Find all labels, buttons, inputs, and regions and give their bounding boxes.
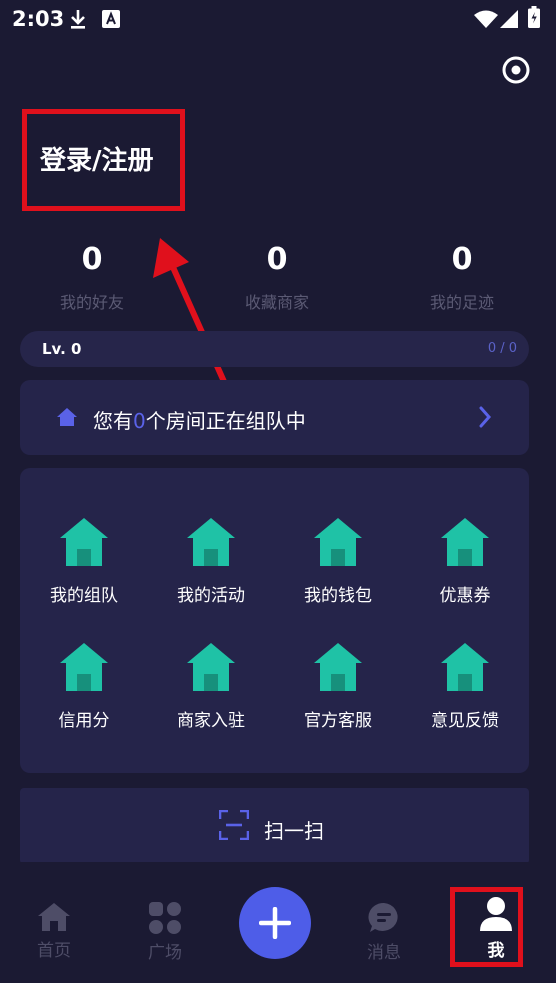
house-icon xyxy=(187,643,235,691)
add-button[interactable] xyxy=(239,887,311,959)
grid-label: 我的组队 xyxy=(50,586,118,606)
grid-item-my-team[interactable]: 我的组队 xyxy=(29,517,139,606)
stat-friends-label: 我的好友 xyxy=(59,293,124,312)
team-count: 0 xyxy=(133,409,146,433)
stat-favorites[interactable]: 0 收藏商家 xyxy=(207,245,347,313)
nav-label-messages: 消息 xyxy=(367,943,401,963)
house-icon xyxy=(441,518,489,566)
house-icon xyxy=(314,518,362,566)
stat-favorites-value: 0 xyxy=(266,242,288,277)
grid-label: 商家入驻 xyxy=(177,711,245,731)
grid-label: 官方客服 xyxy=(304,711,372,731)
nav-label-home: 首页 xyxy=(37,941,71,961)
grid-label: 意见反馈 xyxy=(431,711,499,731)
team-prefix: 您有 xyxy=(93,409,133,433)
grid-item-merchant-join[interactable]: 商家入驻 xyxy=(156,642,266,731)
team-status-card[interactable]: 您有0个房间正在组队中 xyxy=(20,380,529,455)
grid-icon xyxy=(149,902,181,934)
scan-button[interactable]: 扫一扫 xyxy=(20,788,529,864)
grid-label: 我的活动 xyxy=(177,586,245,606)
grid-item-credit-score[interactable]: 信用分 xyxy=(29,642,139,731)
stat-friends-value: 0 xyxy=(81,242,103,277)
grid-item-coupons[interactable]: 优惠券 xyxy=(410,517,520,606)
nav-item-home[interactable]: 首页 xyxy=(9,902,99,961)
stat-footprints-value: 0 xyxy=(451,242,473,277)
nav-item-messages[interactable]: 消息 xyxy=(339,902,429,963)
grid-label: 优惠券 xyxy=(439,586,491,606)
house-icon xyxy=(441,643,489,691)
level-label: Lv. 0 xyxy=(42,340,82,358)
level-progress: 0 / 0 xyxy=(487,341,517,356)
stat-footprints[interactable]: 0 我的足迹 xyxy=(392,245,532,313)
grid-item-my-wallet[interactable]: 我的钱包 xyxy=(283,517,393,606)
annotation-box-me xyxy=(450,887,523,967)
nav-item-square[interactable]: 广场 xyxy=(120,902,210,963)
stat-friends[interactable]: 0 我的好友 xyxy=(22,245,162,313)
home-icon xyxy=(38,903,70,931)
house-icon xyxy=(314,643,362,691)
grid-item-my-activities[interactable]: 我的活动 xyxy=(156,517,266,606)
grid-item-customer-service[interactable]: 官方客服 xyxy=(283,642,393,731)
plus-icon xyxy=(259,907,291,939)
team-suffix: 个房间正在组队中 xyxy=(145,409,306,433)
scan-label: 扫一扫 xyxy=(264,819,324,843)
house-icon xyxy=(60,643,108,691)
grid-label: 信用分 xyxy=(58,711,110,731)
scan-icon xyxy=(219,810,249,840)
nav-label-square: 广场 xyxy=(148,943,182,963)
home-small-icon xyxy=(57,408,77,426)
level-bar: Lv. 0 0 / 0 xyxy=(20,331,529,367)
grid-item-feedback[interactable]: 意见反馈 xyxy=(410,642,520,731)
stat-favorites-label: 收藏商家 xyxy=(244,293,309,312)
chat-icon xyxy=(368,902,398,932)
grid-label: 我的钱包 xyxy=(304,586,372,606)
house-icon xyxy=(187,518,235,566)
house-icon xyxy=(60,518,108,566)
team-status-text: 您有0个房间正在组队中 xyxy=(93,405,306,434)
chevron-right-icon xyxy=(479,406,492,428)
stat-footprints-label: 我的足迹 xyxy=(429,293,494,312)
